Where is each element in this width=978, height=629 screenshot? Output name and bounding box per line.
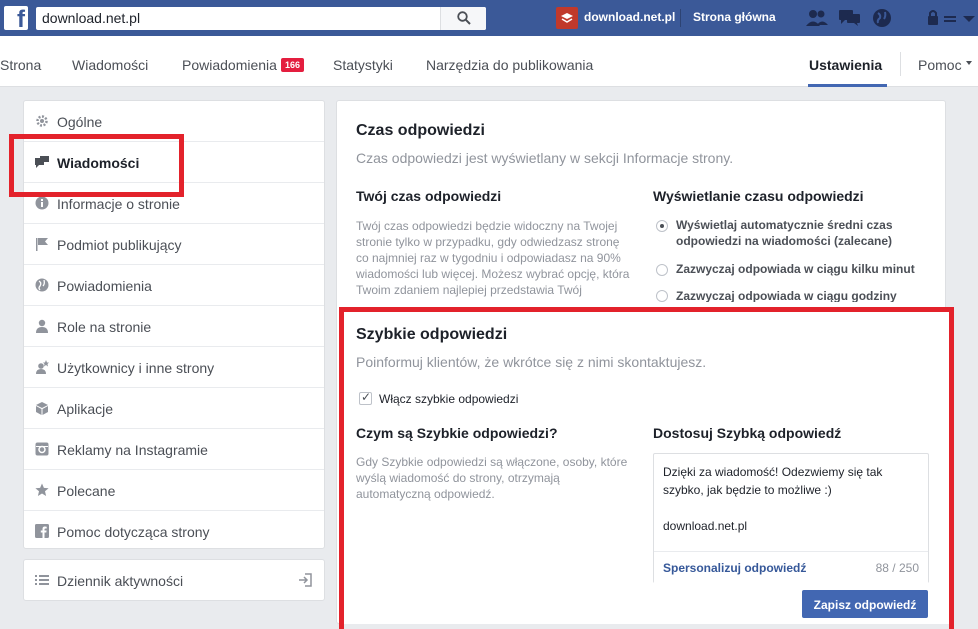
- radio-label: Wyświetlaj automatycznie średni czas odp…: [676, 218, 893, 248]
- sidebar-item-label: Aplikacje: [57, 401, 114, 417]
- radio-auto-average[interactable]: [656, 220, 668, 232]
- radio-row-within-hour: Zazwyczaj odpowiada w ciągu godziny: [650, 285, 940, 302]
- search-box[interactable]: download.net.pl: [36, 7, 486, 30]
- sidebar-item-people-pages[interactable]: Użytkownicy i inne strony: [24, 347, 324, 388]
- sidebar-item-label: Reklamy na Instagramie: [57, 442, 208, 458]
- tab-publishing-tools[interactable]: Narzędzia do publikowania: [426, 57, 593, 73]
- home-link[interactable]: Strona główna: [693, 10, 776, 24]
- help-menu[interactable]: Pomoc: [918, 57, 962, 73]
- response-time-title: Czas odpowiedzi: [356, 122, 485, 139]
- response-time-description: Czas odpowiedzi jest wyświetlany w sekcj…: [356, 150, 734, 166]
- sidebar-item-publisher[interactable]: Podmiot publikujący: [24, 224, 324, 265]
- info-icon: [35, 196, 49, 210]
- radio-within-hour[interactable]: [656, 290, 668, 302]
- star-icon: [35, 483, 49, 496]
- active-tab-indicator: [808, 84, 887, 87]
- highlight-box: [339, 307, 954, 629]
- tab-settings[interactable]: Ustawienia: [809, 57, 882, 73]
- account-dropdown-icon[interactable]: [962, 8, 976, 28]
- tab-notifications[interactable]: Powiadomienia: [182, 57, 277, 73]
- sidebar-item-notifications[interactable]: Powiadomienia: [24, 265, 324, 306]
- page-nav: Strona Wiadomości Powiadomienia 166 Stat…: [0, 36, 978, 87]
- person-icon: [36, 319, 48, 333]
- facebook-logo-icon[interactable]: f: [4, 6, 28, 32]
- settings-menu-icon[interactable]: [944, 8, 958, 28]
- notifications-count-badge: 166: [281, 58, 305, 72]
- radio-label: Zazwyczaj odpowiada w ciągu kilku minut: [676, 262, 915, 276]
- top-bar: f download.net.pl download.net.pl Strona…: [0, 0, 978, 36]
- search-button[interactable]: [440, 7, 486, 30]
- sidebar-item-label: Powiadomienia: [57, 278, 152, 294]
- search-icon: [457, 11, 471, 25]
- highlight-box: [9, 134, 184, 197]
- cube-icon: [36, 402, 48, 415]
- sidebar-item-label: Użytkownicy i inne strony: [57, 360, 215, 376]
- globe-icon: [35, 278, 49, 292]
- sidebar-item-label: Polecane: [57, 483, 116, 499]
- divider: [900, 52, 901, 76]
- sidebar-item-label: Ogólne: [57, 114, 103, 130]
- enter-icon: [299, 573, 312, 587]
- page-link[interactable]: download.net.pl: [584, 10, 675, 24]
- sidebar-item-page-roles[interactable]: Role na stronie: [24, 306, 324, 347]
- activity-log-label: Dziennik aktywności: [57, 573, 184, 589]
- list-icon: [35, 575, 49, 585]
- tab-insights[interactable]: Statystyki: [333, 57, 393, 73]
- display-response-time-title: Wyświetlanie czasu odpowiedzi: [653, 188, 864, 204]
- activity-log-item[interactable]: Dziennik aktywności: [23, 559, 325, 601]
- search-input[interactable]: download.net.pl: [42, 10, 140, 26]
- divider: [680, 9, 681, 27]
- radio-within-minutes[interactable]: [656, 264, 668, 276]
- sidebar-item-featured[interactable]: Polecane: [24, 470, 324, 511]
- your-response-time-title: Twój czas odpowiedzi: [356, 188, 502, 204]
- sidebar-item-page-support[interactable]: Pomoc dotycząca strony: [24, 511, 324, 552]
- sidebar-item-label: Informacje o stronie: [57, 196, 180, 212]
- sidebar-item-label: Pomoc dotycząca strony: [57, 524, 210, 540]
- globe-icon[interactable]: [872, 8, 892, 28]
- radio-label: Zazwyczaj odpowiada w ciągu godziny: [676, 289, 897, 302]
- tab-page[interactable]: Strona: [0, 57, 41, 73]
- instagram-icon: [35, 442, 49, 456]
- facebook-icon: [35, 524, 49, 538]
- person-star-icon: [36, 360, 49, 374]
- gear-icon: [36, 115, 48, 127]
- sidebar-item-label: Role na stronie: [57, 319, 152, 335]
- sidebar-item-instagram-ads[interactable]: Reklamy na Instagramie: [24, 429, 324, 470]
- your-response-time-text: Twój czas odpowiedzi będzie widoczny na …: [356, 219, 630, 297]
- messages-icon[interactable]: [838, 8, 862, 28]
- privacy-lock-icon[interactable]: [926, 8, 942, 28]
- friends-icon[interactable]: [805, 8, 829, 28]
- chevron-down-icon[interactable]: [966, 61, 972, 65]
- tab-messages[interactable]: Wiadomości: [72, 57, 148, 73]
- flag-icon: [36, 238, 48, 251]
- sidebar-item-apps[interactable]: Aplikacje: [24, 388, 324, 429]
- sidebar-item-label: Podmiot publikujący: [57, 237, 182, 253]
- page-avatar-icon[interactable]: [556, 7, 578, 29]
